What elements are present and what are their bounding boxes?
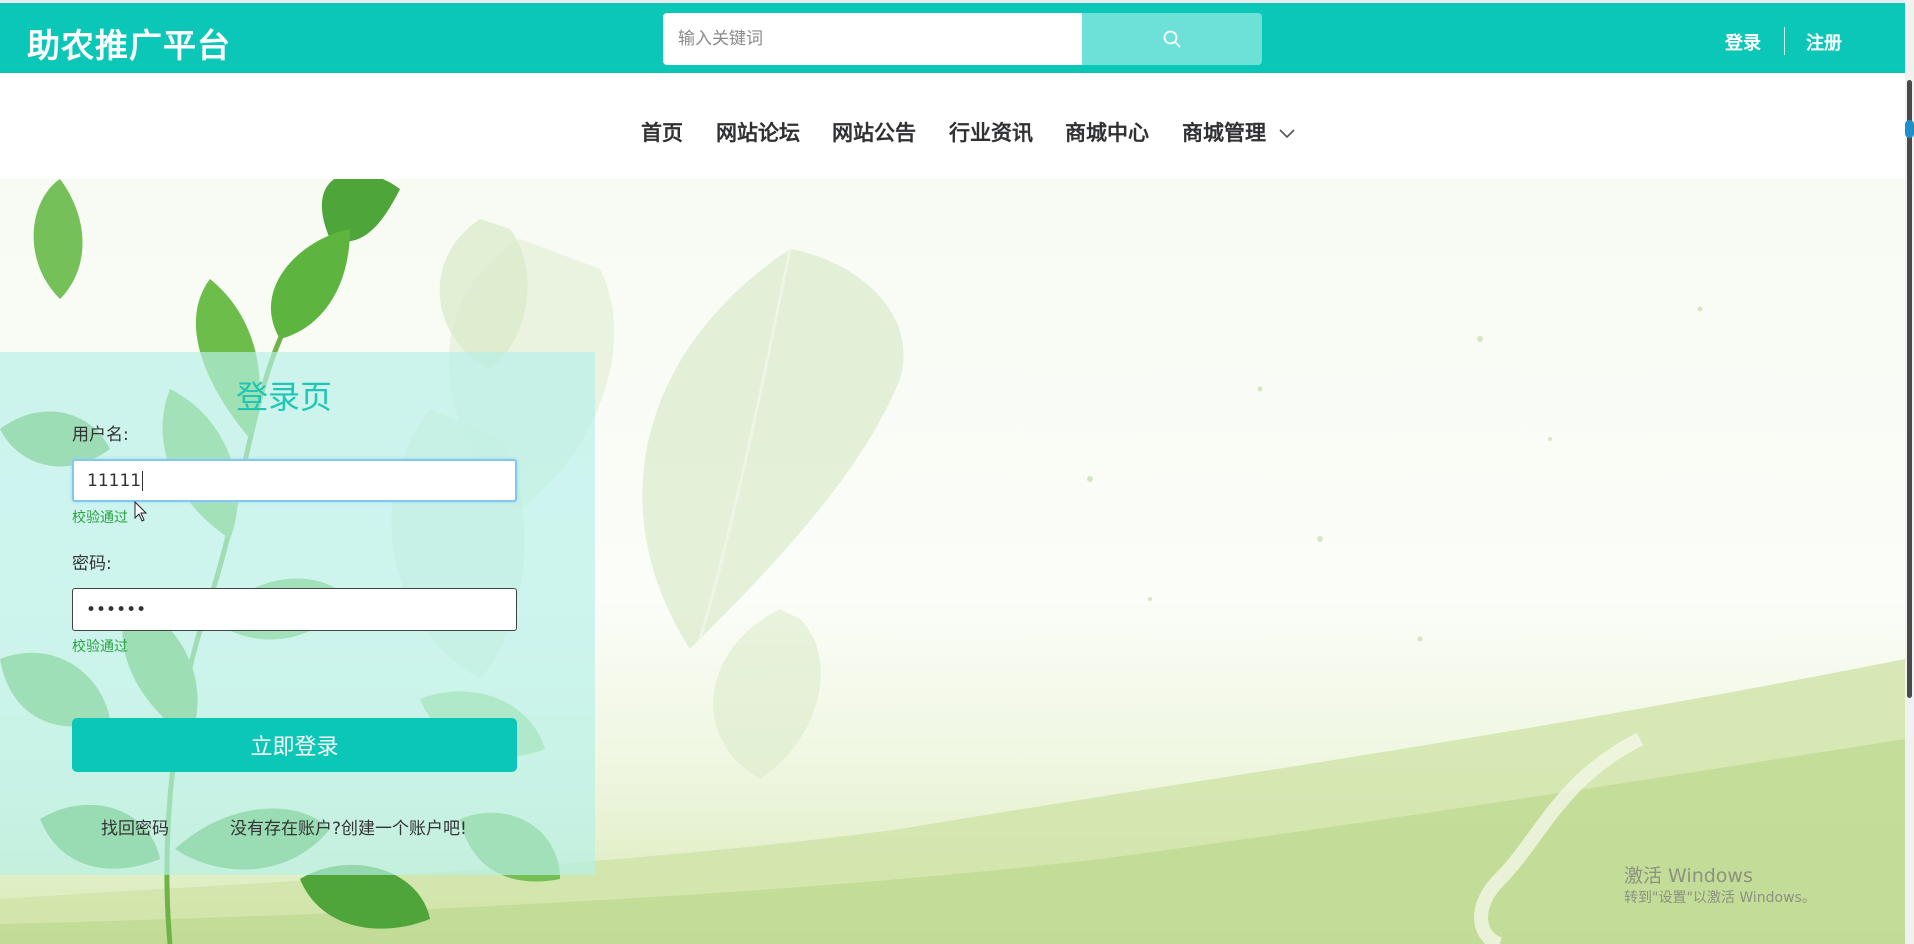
password-value: •••••• [86, 599, 147, 620]
login-submit-button[interactable]: 立即登录 [72, 718, 517, 772]
search-input[interactable] [663, 13, 1082, 65]
create-account-link[interactable]: 没有存在账户?创建一个账户吧! [230, 814, 467, 839]
top-header: 助农推广平台 登录 注册 [0, 3, 1905, 73]
chevron-down-icon [1279, 129, 1295, 139]
text-caret [142, 470, 144, 491]
nav-item-mall-management-label: 商城管理 [1182, 121, 1266, 145]
search-icon [1163, 30, 1181, 48]
nav-item-mall-center[interactable]: 商城中心 [1065, 117, 1149, 147]
site-logo[interactable]: 助农推广平台 [27, 19, 231, 67]
nav-item-mall-management[interactable]: 商城管理 [1182, 117, 1295, 147]
search-button[interactable] [1082, 13, 1262, 65]
scrollbar-thumb[interactable] [1907, 80, 1912, 698]
main-nav: 首页 网站论坛 网站公告 行业资讯 商城中心 商城管理 [0, 73, 1905, 179]
header-login-link[interactable]: 登录 [1725, 29, 1761, 55]
header-register-link[interactable]: 注册 [1806, 29, 1842, 55]
password-input[interactable]: •••••• [72, 588, 517, 631]
password-validation-message: 校验通过 [72, 639, 128, 655]
windows-activation-subtitle: 转到"设置"以激活 Windows。 [1624, 890, 1816, 906]
login-title: 登录页 [235, 378, 332, 416]
username-input[interactable]: 11111 [72, 459, 517, 502]
username-validation-message: 校验通过 [72, 510, 128, 526]
username-label: 用户名: [72, 425, 129, 445]
nav-item-home[interactable]: 首页 [641, 117, 683, 147]
username-value: 11111 [87, 470, 142, 491]
password-label: 密码: [72, 554, 112, 574]
scroll-indicator [1905, 120, 1914, 138]
header-divider [1784, 27, 1785, 55]
nav-item-announcements[interactable]: 网站公告 [832, 117, 916, 147]
mouse-cursor-icon [134, 501, 148, 522]
forgot-password-link[interactable]: 找回密码 [101, 814, 169, 839]
nav-item-industry-news[interactable]: 行业资讯 [949, 117, 1033, 147]
nav-item-forum[interactable]: 网站论坛 [716, 117, 800, 147]
windows-activation-title: 激活 Windows [1624, 865, 1753, 887]
login-panel: 登录页 用户名: 11111 校验通过 密码: •••••• 校验通过 立即登录… [0, 352, 595, 875]
